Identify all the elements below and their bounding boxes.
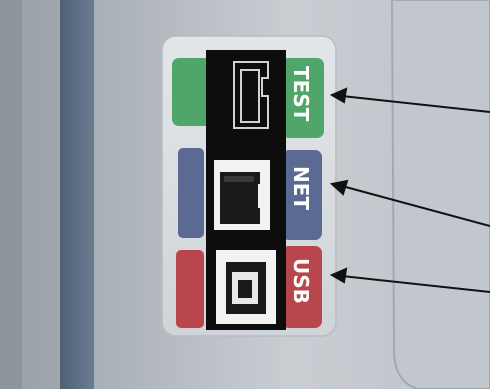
usb-color-block <box>176 250 204 328</box>
left-edge-shadow <box>0 0 22 389</box>
usb-port <box>216 250 276 324</box>
test-label: TEST <box>289 66 313 122</box>
net-port <box>214 160 270 230</box>
usb-label: USB <box>289 258 313 304</box>
device-frame <box>60 0 98 389</box>
net-color-block <box>178 148 204 238</box>
photo-canvas: TEST NET USB <box>0 0 490 389</box>
panel-recess <box>390 0 490 389</box>
net-label: NET <box>289 166 313 210</box>
device-port-photo: TEST NET USB <box>0 0 490 389</box>
